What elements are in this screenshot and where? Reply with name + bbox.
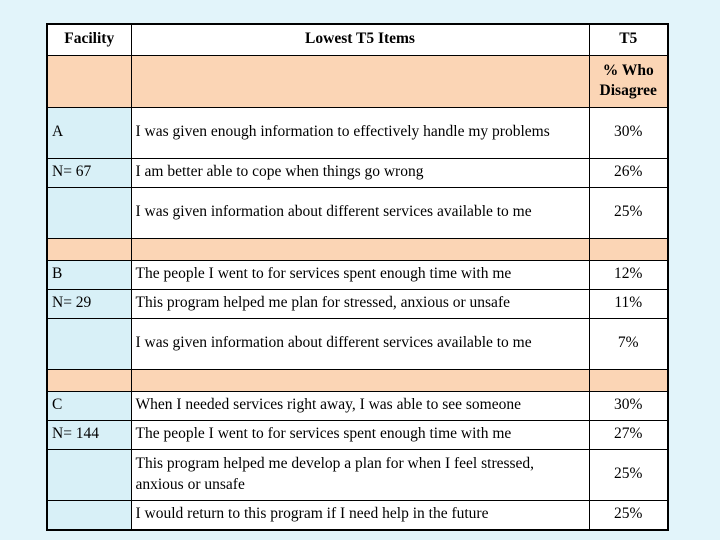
spacer-cell-facility [46, 369, 132, 392]
header-percent-who-disagree: % Who Disagree [588, 55, 669, 108]
spacer-cell-facility [46, 238, 132, 261]
table-row: AI was given enough information to effec… [46, 107, 669, 159]
percent-disagree-value: 30% [588, 107, 669, 159]
spacer-cell-item [130, 369, 590, 392]
spacer-cell-item [130, 238, 590, 261]
facility-sample-size: N= 29 [46, 289, 132, 319]
item-text: This program helped me plan for stressed… [130, 289, 590, 319]
item-text: I was given enough information to effect… [130, 107, 590, 159]
table-row: N= 29 This program helped me plan for str… [46, 289, 669, 319]
header-t5: T5 [588, 23, 669, 56]
lowest-t5-items-table: Facility Lowest T5 Items T5% Who Disagree A I… [46, 23, 669, 531]
header-pct-line2: Disagree [599, 82, 657, 99]
table-row: C When I needed services right away, I wa… [46, 391, 669, 421]
section-spacer-row [46, 369, 669, 392]
spacer-cell-pct [588, 369, 669, 392]
item-text: This program helped me develop a plan fo… [130, 449, 590, 501]
item-text: The people I went to for services spent … [130, 420, 590, 450]
facility-label: C [46, 391, 132, 421]
percent-disagree-value: 11% [588, 289, 669, 319]
item-text: When I needed services right away, I was… [130, 391, 590, 421]
item-text: The people I went to for services spent … [130, 260, 590, 290]
table-header-row-secondary: % Who Disagree [46, 55, 669, 108]
table-row: B The people I went to for services spent… [46, 260, 669, 290]
percent-disagree-value: 26% [588, 158, 669, 188]
percent-disagree-value: 12% [588, 260, 669, 290]
spacer-cell-pct [588, 238, 669, 261]
facility-cell-empty [46, 500, 132, 531]
item-text: I would return to this program if I need… [130, 500, 590, 531]
facility-cell-empty [46, 318, 132, 370]
item-text: I was given information about different … [130, 187, 590, 239]
table-row: N= 144 The people I went to for services … [46, 420, 669, 450]
header-pct-line1: % Who [602, 61, 654, 79]
table-row: N= 67 I am better able to cope when thing… [46, 158, 669, 188]
header-facility-sub-blank [46, 55, 132, 108]
table-row: I would return to this program if I need… [46, 500, 669, 531]
item-text: I was given information about different … [130, 318, 590, 370]
header-items: Lowest T5 Items [130, 23, 590, 56]
table-row: This program helped me develop a plan fo… [46, 449, 669, 501]
table-body: Facility Lowest T5 Items T5% Who Disagree A I… [46, 23, 669, 531]
facility-sample-size: N= 144 [46, 420, 132, 450]
percent-disagree-value: 27% [588, 420, 669, 450]
percent-disagree-value: 25% [588, 449, 669, 501]
table-row: I was given information about different … [46, 187, 669, 239]
facility-label: A [46, 107, 132, 159]
percent-disagree-value: 7% [588, 318, 669, 370]
item-text: I am better able to cope when things go … [130, 158, 590, 188]
header-items-sub-blank [130, 55, 590, 108]
facility-sample-size: N= 67 [46, 158, 132, 188]
table-row: I was given information about different … [46, 318, 669, 370]
percent-disagree-value: 30% [588, 391, 669, 421]
t5-table-container: Facility Lowest T5 Items T5% Who Disagree A I… [46, 23, 669, 531]
table-header-row-primary: Facility Lowest T5 Items T5 [46, 23, 669, 56]
facility-cell-empty [46, 449, 132, 501]
percent-disagree-value: 25% [588, 500, 669, 531]
facility-cell-empty [46, 187, 132, 239]
facility-label: B [46, 260, 132, 290]
percent-disagree-value: 25% [588, 187, 669, 239]
section-spacer-row [46, 238, 669, 261]
header-facility: Facility [46, 23, 132, 56]
slide-canvas: Facility Lowest T5 Items T5% Who Disagree A I… [0, 0, 720, 540]
